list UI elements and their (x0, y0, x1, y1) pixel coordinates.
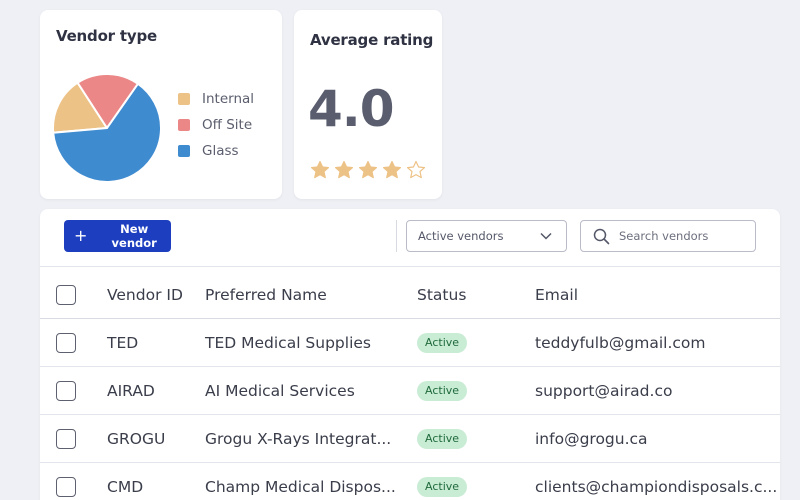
select-all-checkbox[interactable] (56, 285, 76, 305)
average-rating-value: 4.0 (308, 80, 395, 138)
new-vendor-label: New vendor (111, 222, 157, 250)
star-filled-icon (334, 160, 354, 179)
email-cell: teddyfulb@gmail.com (535, 334, 706, 352)
toolbar-divider (396, 220, 397, 252)
legend-swatch-internal (178, 93, 190, 105)
vendor-type-card: Vendor type Internal Off Site Glass (40, 10, 282, 199)
table-row[interactable]: TED TED Medical Supplies Active teddyful… (40, 319, 780, 367)
average-rating-title: Average rating (310, 31, 434, 49)
email-cell: info@grogu.ca (535, 430, 648, 448)
preferred-name-cell: Champ Medical Dispos... (205, 478, 396, 496)
row-checkbox[interactable] (56, 381, 76, 401)
vendor-id-cell: AIRAD (107, 382, 155, 400)
star-filled-icon (358, 160, 378, 179)
legend-item-off-site: Off Site (178, 112, 254, 138)
email-cell: support@airad.co (535, 382, 673, 400)
table-row[interactable]: AIRAD AI Medical Services Active support… (40, 367, 780, 415)
legend-swatch-off-site (178, 119, 190, 131)
vendor-filter-select[interactable]: Active vendors (406, 220, 567, 252)
vendor-type-pie-chart (52, 73, 162, 183)
status-badge: Active (417, 381, 468, 401)
search-box[interactable] (580, 220, 756, 252)
row-checkbox[interactable] (56, 333, 76, 353)
status-badge: Active (417, 477, 468, 497)
header-email[interactable]: Email (535, 271, 578, 319)
email-cell: clients@championdisposals.c... (535, 478, 778, 496)
new-vendor-button[interactable]: + New vendor (64, 220, 171, 252)
star-rating (310, 160, 430, 180)
preferred-name-cell: AI Medical Services (205, 382, 355, 400)
legend-label-glass: Glass (202, 143, 239, 159)
vendor-type-title: Vendor type (56, 27, 157, 45)
legend-item-glass: Glass (178, 138, 254, 164)
status-badge: Active (417, 333, 468, 353)
star-filled-icon (382, 160, 402, 179)
status-badge: Active (417, 429, 468, 449)
legend-item-internal: Internal (178, 86, 254, 112)
row-checkbox[interactable] (56, 477, 76, 497)
legend-swatch-glass (178, 145, 190, 157)
preferred-name-cell: Grogu X-Rays Integrat... (205, 430, 392, 448)
vendor-id-cell: TED (107, 334, 139, 352)
search-icon (593, 228, 610, 244)
average-rating-card: Average rating 4.0 (294, 10, 442, 199)
header-vendor-id[interactable]: Vendor ID (107, 271, 183, 319)
vendor-type-legend: Internal Off Site Glass (178, 86, 254, 164)
vendor-filter-value: Active vendors (418, 229, 504, 243)
star-empty-icon (406, 160, 426, 179)
chevron-down-icon (540, 232, 552, 240)
vendors-table-card: + New vendor Active vendors Vendor ID Pr… (40, 209, 780, 500)
header-preferred-name[interactable]: Preferred Name (205, 271, 327, 319)
search-vendors-input[interactable] (619, 229, 749, 243)
table-toolbar: + New vendor Active vendors (40, 209, 780, 267)
plus-icon: + (74, 226, 88, 245)
vendor-id-cell: CMD (107, 478, 144, 496)
table-row[interactable]: CMD Champ Medical Dispos... Active clien… (40, 463, 780, 500)
preferred-name-cell: TED Medical Supplies (205, 334, 371, 352)
header-status[interactable]: Status (417, 271, 466, 319)
legend-label-internal: Internal (202, 91, 255, 107)
row-checkbox[interactable] (56, 429, 76, 449)
table-row[interactable]: GROGU Grogu X-Rays Integrat... Active in… (40, 415, 780, 463)
legend-label-off-site: Off Site (202, 117, 253, 133)
vendor-id-cell: GROGU (107, 430, 166, 448)
table-header-row: Vendor ID Preferred Name Status Email (40, 271, 780, 319)
star-filled-icon (310, 160, 330, 179)
